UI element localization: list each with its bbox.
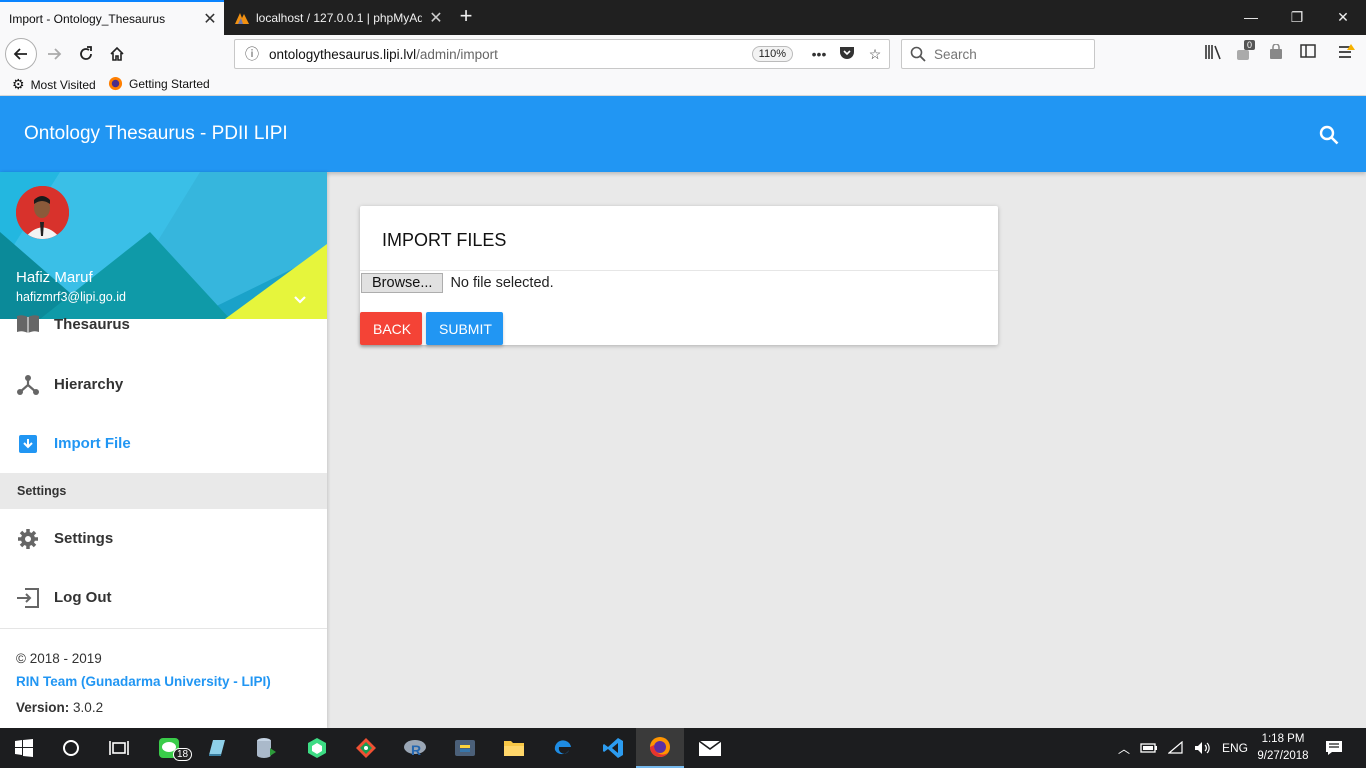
bookmark-getting-started[interactable]: Getting Started [108, 76, 210, 91]
url-bar[interactable]: ⓘ ontologythesaurus.lipi.lvl/admin/impor… [234, 39, 890, 69]
tab-phpmyadmin[interactable]: localhost / 127.0.0.1 | phpMyAd ✕ [228, 0, 450, 35]
system-tray: ︿ ENG [1118, 728, 1248, 768]
tab-import[interactable]: Import - Ontology_Thesaurus ✕ [0, 0, 224, 35]
sidebar-item-import-file[interactable]: Import File [0, 414, 327, 473]
wifi-icon[interactable] [1168, 741, 1184, 755]
sync-notification-icon[interactable]: 0 [1234, 40, 1256, 64]
import-files-card: IMPORT FILES Browse... No file selected.… [360, 206, 998, 345]
clock[interactable]: 1:18 PM 9/27/2018 [1248, 731, 1318, 765]
book-icon [15, 313, 41, 335]
home-icon[interactable] [103, 40, 131, 68]
line-badge: 18 [173, 748, 193, 761]
file-explorer-icon[interactable] [490, 728, 538, 768]
bookmark-star-icon[interactable]: ☆ [861, 46, 889, 63]
navigation-toolbar: ⓘ ontologythesaurus.lipi.lvl/admin/impor… [0, 35, 1366, 73]
python-app-icon[interactable] [441, 728, 489, 768]
page-actions-icon[interactable]: ••• [805, 46, 833, 62]
close-window-button[interactable]: ✕ [1320, 5, 1366, 29]
clock-date: 9/27/2018 [1257, 750, 1309, 762]
search-input[interactable] [934, 46, 1084, 62]
chevron-up-icon[interactable]: ︿ [1118, 740, 1130, 757]
tab-label: Import - Ontology_Thesaurus [9, 11, 166, 26]
tab-close-icon[interactable]: ✕ [196, 9, 224, 29]
pocket-icon[interactable] [833, 46, 861, 63]
reload-icon[interactable] [72, 40, 100, 68]
sidebar: Hafiz Maruf hafizmrf3@lipi.go.id Thesaur… [0, 172, 327, 728]
hamburger-menu-icon[interactable] [1336, 44, 1358, 64]
new-tab-button[interactable]: + [454, 4, 478, 30]
library-icon[interactable] [1202, 44, 1224, 64]
edge-browser-icon[interactable] [539, 728, 587, 768]
app-title[interactable]: Ontology Thesaurus - PDII LIPI [24, 123, 288, 145]
r-app-icon[interactable]: R [391, 728, 439, 768]
phpmyadmin-icon [234, 10, 250, 26]
cortana-search-icon[interactable] [47, 728, 95, 768]
logout-icon [15, 587, 41, 609]
site-info-icon[interactable]: ⓘ [235, 44, 269, 64]
bookmark-most-visited[interactable]: ⚙ Most Visited [12, 76, 96, 93]
svg-text:R: R [411, 742, 421, 758]
sidebar-item-hierarchy[interactable]: Hierarchy [0, 355, 327, 414]
avatar[interactable] [16, 186, 69, 239]
zoom-level-badge[interactable]: 110% [751, 46, 793, 62]
sidebar-footer: © 2018 - 2019 RIN Team (Gunadarma Univer… [0, 628, 327, 728]
vscode-icon[interactable] [589, 728, 637, 768]
submit-button[interactable]: SUBMIT [426, 312, 503, 345]
sidebar-item-logout[interactable]: Log Out [0, 568, 327, 627]
notification-center-icon[interactable] [1310, 728, 1358, 768]
browse-button[interactable]: Browse... [361, 273, 444, 293]
notepad-app-icon[interactable] [193, 728, 241, 768]
sidebar-item-settings[interactable]: Settings [0, 509, 327, 568]
copyright-text: © 2018 - 2019 [16, 651, 102, 666]
android-studio-icon[interactable] [293, 728, 341, 768]
language-indicator[interactable]: ENG [1222, 741, 1248, 755]
gear-icon [15, 528, 41, 550]
search-box[interactable] [901, 39, 1095, 69]
tab-label: localhost / 127.0.0.1 | phpMyAd [256, 10, 422, 25]
gear-icon: ⚙ [12, 76, 25, 92]
hierarchy-icon [15, 374, 41, 396]
battery-icon[interactable] [1140, 742, 1158, 754]
app-header: Ontology Thesaurus - PDII LIPI [0, 96, 1366, 172]
version-text: Version: 3.0.2 [16, 700, 104, 715]
volume-icon[interactable] [1194, 741, 1212, 755]
mail-app-icon[interactable] [686, 728, 734, 768]
windows-taskbar: 18 R ︿ ENG 1:18 PM 9/27/2018 [0, 728, 1366, 768]
extension-lock-icon[interactable] [1265, 43, 1287, 64]
user-name: Hafiz Maruf [16, 269, 93, 286]
restore-button[interactable]: ❐ [1274, 5, 1320, 29]
notification-count: 0 [1244, 40, 1256, 50]
sidebar-item-thesaurus[interactable]: Thesaurus [0, 296, 327, 352]
task-view-icon[interactable] [95, 728, 143, 768]
line-app-icon[interactable]: 18 [145, 728, 193, 768]
back-icon[interactable] [5, 38, 37, 70]
clock-time: 1:18 PM [1261, 733, 1305, 745]
settings-section-header: Settings [0, 473, 327, 509]
database-app-icon[interactable] [242, 728, 290, 768]
windows-start-icon[interactable] [0, 728, 48, 768]
bookmarks-toolbar: ⚙ Most Visited Getting Started [0, 73, 1366, 96]
sidebar-toggle-icon[interactable] [1297, 44, 1319, 64]
file-input[interactable]: Browse... No file selected. [361, 273, 554, 293]
team-link[interactable]: RIN Team (Gunadarma University - LIPI) [16, 670, 311, 693]
tab-close-icon[interactable]: ✕ [422, 8, 450, 28]
minimize-button[interactable]: — [1228, 5, 1274, 29]
firefox-taskbar-icon[interactable] [636, 728, 684, 768]
search-icon [910, 46, 926, 62]
import-icon [15, 433, 41, 455]
card-title: IMPORT FILES [360, 206, 998, 271]
file-status-text: No file selected. [450, 275, 554, 291]
back-button[interactable]: BACK [360, 312, 422, 345]
firefox-icon [108, 76, 123, 91]
search-icon[interactable] [1317, 123, 1341, 147]
gitkraken-icon[interactable] [342, 728, 390, 768]
browser-tab-bar: Import - Ontology_Thesaurus ✕ localhost … [0, 0, 1366, 35]
forward-icon[interactable] [40, 40, 68, 68]
url-text[interactable]: ontologythesaurus.lipi.lvl/admin/import [269, 47, 752, 62]
